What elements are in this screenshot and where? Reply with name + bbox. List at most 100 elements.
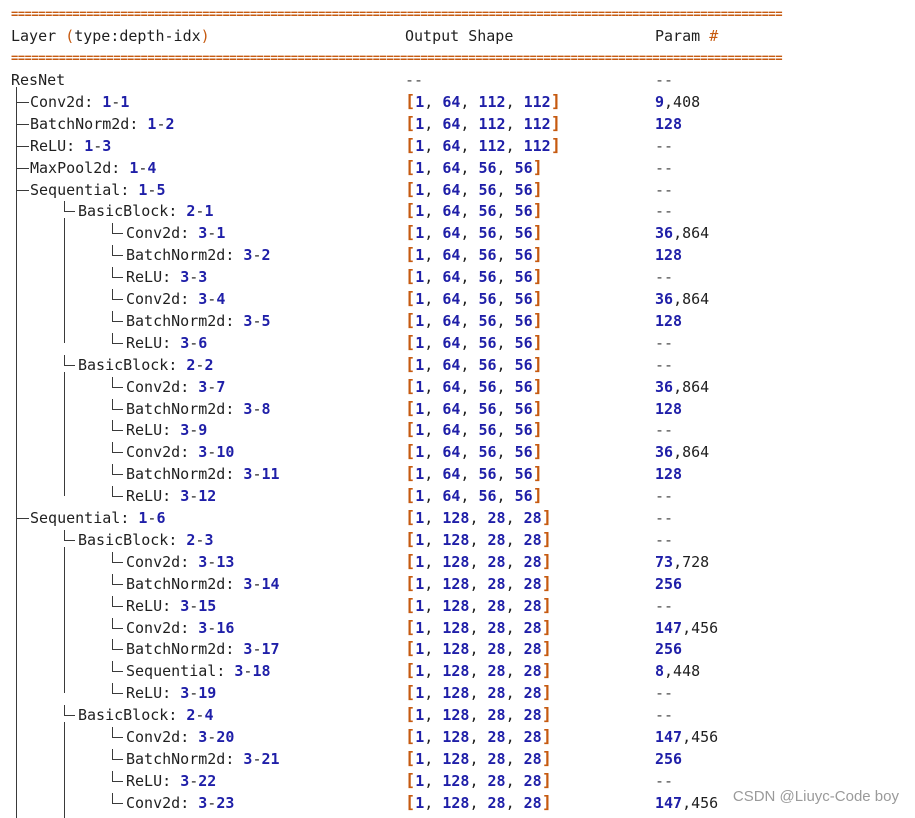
shape-dim: 28: [523, 706, 542, 725]
tree-guide-line: [16, 87, 17, 818]
layer-index: 3: [198, 268, 208, 287]
param-empty: --: [655, 487, 674, 506]
shape-bracket-close: ]: [532, 442, 543, 463]
shape-dim: 128: [442, 640, 470, 659]
shape-dim: 1: [415, 487, 425, 506]
shape-dim: 56: [478, 355, 497, 374]
shape-dim: 64: [442, 290, 461, 308]
shape-bracket-close: ]: [541, 529, 552, 550]
layer-index: 22: [198, 771, 217, 790]
output-shape: [1, 64, 56, 56]: [405, 486, 543, 507]
param-empty: --: [655, 355, 674, 374]
param-count: 256: [655, 748, 682, 770]
shape-dim: 1: [415, 618, 425, 637]
layer-type: MaxPool2d: [30, 158, 112, 177]
layer-index: 21: [261, 749, 280, 768]
shape-dim: 64: [442, 465, 461, 484]
param-value-lead: 8: [655, 662, 665, 681]
shape-bracket-open: [: [405, 464, 416, 485]
param-value-lead: 147: [655, 728, 683, 746]
table-row: ReLU: 3-12 [1, 64, 56, 56] --: [0, 485, 915, 507]
shape-dim: 1: [415, 443, 425, 462]
shape-bracket-close: ]: [541, 639, 552, 660]
param-value-lead: 36: [655, 443, 674, 462]
shape-dim: 56: [514, 355, 533, 374]
shape-bracket-close: ]: [532, 398, 543, 419]
layer-depth: 3: [180, 268, 190, 287]
table-row: Conv2d: 3-4 [1, 64, 56, 56] 36,864: [0, 288, 915, 310]
table-row: MaxPool2d: 1-4 [1, 64, 56, 56] --: [0, 157, 915, 179]
param-count: 36,864: [655, 376, 709, 398]
shape-dim: 64: [442, 355, 461, 374]
param-count: --: [655, 354, 673, 376]
shape-dim: 128: [442, 552, 470, 571]
param-value-lead: 128: [655, 399, 683, 418]
output-shape: [1, 64, 56, 56]: [405, 223, 543, 244]
layer-depth: 1: [138, 180, 148, 199]
layer-type: Conv2d: [126, 618, 181, 637]
layer-depth: 3: [234, 662, 244, 681]
layer-name: Sequential: 3-18: [126, 662, 271, 681]
param-value-lead: 147: [655, 793, 683, 812]
table-row: ReLU: 3-9 [1, 64, 56, 56] --: [0, 419, 915, 441]
shape-dim: 28: [523, 684, 542, 703]
shape-bracket-open: [: [405, 529, 416, 550]
layer-name: Conv2d: 3-13: [126, 552, 235, 571]
shape-dim: 1: [415, 246, 425, 265]
shape-bracket-close: ]: [532, 332, 543, 353]
shape-bracket-close: ]: [541, 661, 552, 682]
layer-depth: 3: [243, 574, 253, 593]
layer-type: BatchNorm2d: [126, 311, 226, 330]
layer-name: MaxPool2d: 1-4: [30, 158, 157, 177]
output-shape: [1, 128, 28, 28]: [405, 705, 552, 726]
shape-dim: 112: [523, 114, 551, 133]
param-value-rest: ,864: [673, 377, 710, 396]
layer-name: ReLU: 1-3: [30, 136, 112, 155]
param-value-lead: 256: [655, 574, 683, 593]
header-param: Param #: [655, 27, 719, 45]
layer-type: ReLU: [126, 596, 163, 615]
shape-dim: 56: [478, 377, 497, 396]
layer-depth: 3: [198, 377, 208, 396]
layer-name: BatchNorm2d: 3-11: [126, 465, 280, 484]
shape-dim: 28: [523, 509, 542, 527]
param-empty: --: [655, 596, 674, 615]
shape-dim: 128: [442, 618, 470, 637]
shape-bracket-open: [: [405, 617, 416, 638]
shape-dim: 1: [415, 136, 425, 155]
shape-dim: 128: [442, 662, 470, 681]
param-count: 128: [655, 398, 682, 420]
param-empty: --: [655, 180, 674, 199]
layer-name: Conv2d: 3-7: [126, 377, 226, 396]
param-empty: --: [655, 71, 674, 89]
output-shape: [1, 64, 56, 56]: [405, 245, 543, 266]
layer-name: ReLU: 3-12: [126, 487, 217, 506]
shape-dim: 28: [487, 706, 506, 725]
shape-bracket-close: ]: [532, 354, 543, 375]
param-count: --: [655, 419, 673, 441]
output-shape: [1, 64, 56, 56]: [405, 398, 543, 419]
table-row: BasicBlock: 2-2 [1, 64, 56, 56] --: [0, 354, 915, 376]
shape-dim: 1: [415, 399, 425, 418]
shape-dim: 28: [487, 574, 506, 593]
shape-dim: 128: [442, 706, 470, 725]
output-shape: --: [405, 69, 423, 91]
layer-depth: 3: [198, 618, 208, 637]
param-count: 128: [655, 463, 682, 485]
layer-type: ReLU: [126, 771, 163, 790]
shape-dim: 1: [415, 377, 425, 396]
shape-bracket-open: [: [405, 770, 416, 791]
shape-dim: 28: [487, 728, 506, 746]
param-value-rest: ,864: [673, 224, 710, 243]
param-value-rest: ,448: [664, 662, 701, 681]
layer-type: Conv2d: [126, 552, 181, 571]
shape-dim: 112: [478, 136, 506, 155]
layer-index: 11: [261, 465, 280, 484]
output-shape: [1, 128, 28, 28]: [405, 683, 552, 704]
table-row: ResNet -- --: [0, 69, 915, 91]
shape-dim: 28: [523, 552, 542, 571]
watermark: CSDN @Liuyc-Code boy: [732, 788, 899, 805]
output-shape: [1, 64, 56, 56]: [405, 464, 543, 485]
layer-index: 1: [216, 224, 226, 243]
shape-dim: 64: [442, 158, 461, 177]
